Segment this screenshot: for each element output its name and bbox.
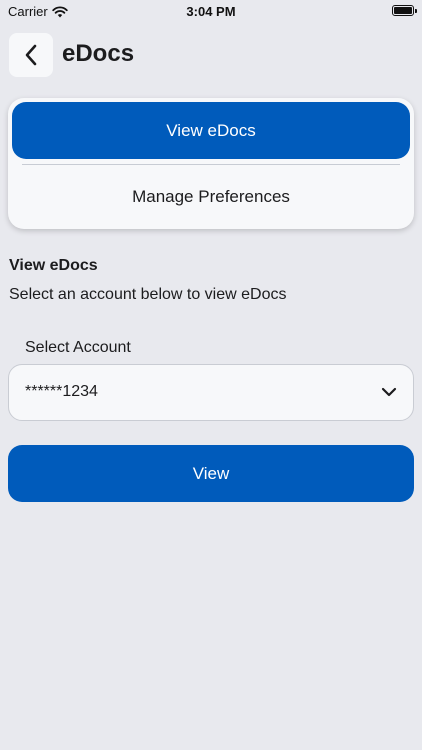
tab-manage-preferences[interactable]: Manage Preferences bbox=[12, 168, 410, 225]
select-account-label: Select Account bbox=[25, 339, 131, 356]
section-heading: View eDocs bbox=[9, 257, 98, 274]
chevron-left-icon bbox=[25, 44, 37, 66]
account-dropdown[interactable]: ******1234 bbox=[8, 364, 414, 421]
status-time: 3:04 PM bbox=[186, 4, 236, 19]
back-button[interactable] bbox=[9, 33, 53, 77]
view-button[interactable]: View bbox=[8, 445, 414, 502]
segment-divider bbox=[22, 164, 400, 165]
segmented-control: View eDocs Manage Preferences bbox=[8, 98, 414, 229]
selected-account-value: ******1234 bbox=[25, 383, 98, 400]
battery-icon bbox=[392, 5, 417, 16]
page-title: eDocs bbox=[62, 40, 135, 67]
section-description: Select an account below to view eDocs bbox=[9, 286, 287, 303]
chevron-down-icon bbox=[381, 387, 397, 397]
status-bar: Carrier 3:04 PM bbox=[0, 0, 422, 24]
tab-view-edocs[interactable]: View eDocs bbox=[12, 102, 410, 159]
